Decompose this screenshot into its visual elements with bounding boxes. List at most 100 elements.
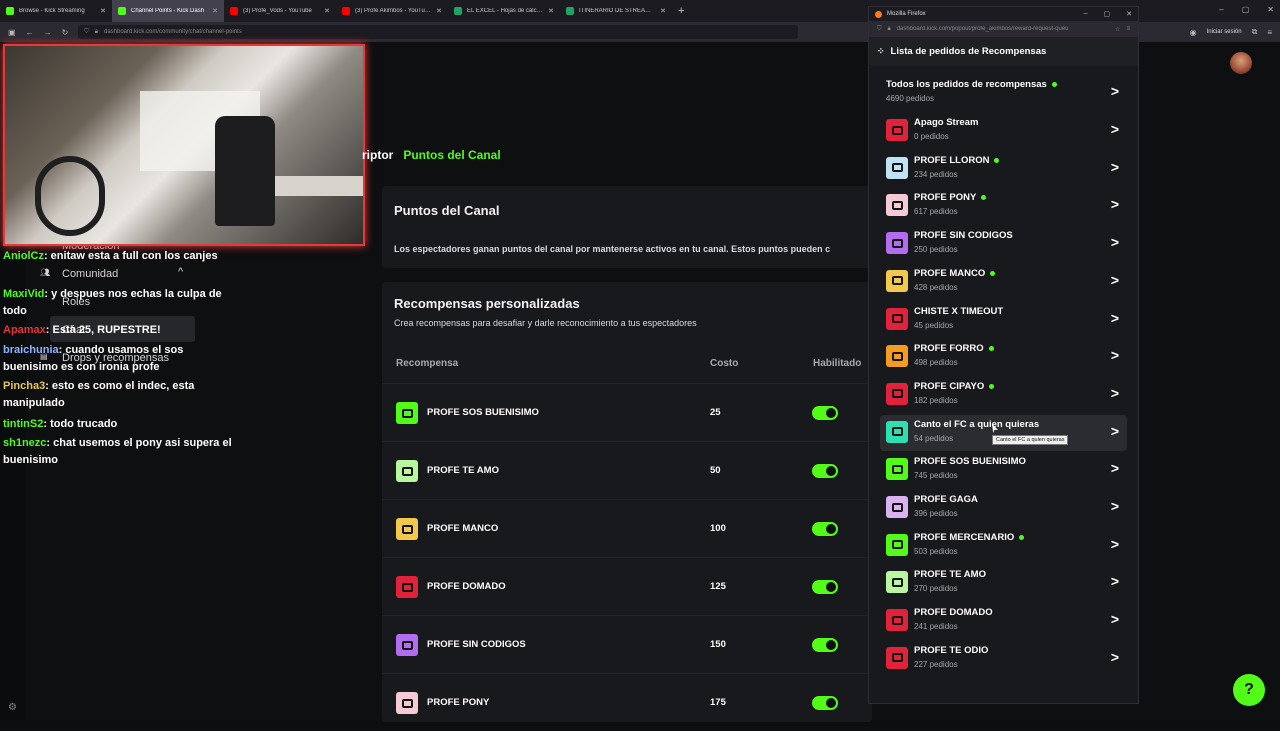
- close-icon[interactable]: ✕: [1267, 5, 1274, 14]
- enabled-toggle[interactable]: [812, 522, 838, 536]
- queue-item-count: 234 pedidos: [914, 169, 958, 179]
- panel-title: Recompensas personalizadas: [394, 296, 580, 311]
- account-icon[interactable]: ◉: [1190, 28, 1197, 37]
- queue-item-label: PROFE PONY: [914, 192, 977, 204]
- browser-tab[interactable]: Browse - Kick Streaming ✕: [0, 0, 112, 22]
- reward-queue-item[interactable]: PROFE TE AMO 270 pedidos >: [880, 565, 1127, 601]
- reward-name: PROFE SIN CODIGOS: [427, 639, 526, 650]
- enabled-toggle[interactable]: [812, 406, 838, 420]
- reward-queue-item[interactable]: PROFE CIPAYO 182 pedidos >: [880, 377, 1127, 413]
- reward-cost: 125: [710, 581, 726, 592]
- reward-queue-item[interactable]: CHISTE X TIMEOUT 45 pedidos >: [880, 302, 1127, 338]
- browser-tab[interactable]: (3) Profe Akimbos - YouTube ✕: [336, 0, 448, 22]
- reward-cost: 100: [710, 523, 726, 534]
- nav-comunidad[interactable]: Comunidad: [62, 268, 118, 280]
- back-icon[interactable]: ←: [26, 28, 34, 37]
- minimize-icon[interactable]: –: [1084, 10, 1088, 18]
- column-header-enabled[interactable]: Habilitado: [813, 358, 861, 369]
- reward-icon: [886, 571, 908, 594]
- browser-tab[interactable]: ITINERARIO DE STREAM SEMA ✕: [560, 0, 672, 22]
- new-tab-icon[interactable]: +: [678, 5, 684, 17]
- chevron-right-icon: >: [1110, 422, 1119, 439]
- enabled-toggle[interactable]: [812, 580, 838, 594]
- reward-queue-item[interactable]: Canto el FC a quien quieras 54 pedidos >: [880, 414, 1127, 451]
- reward-queue-all[interactable]: Todos los pedidos de recompensas 4690 ped…: [880, 75, 1127, 111]
- settings-icon[interactable]: ⚙: [8, 702, 17, 713]
- chat-text: : todo trucado: [43, 418, 118, 430]
- reward-queue-item[interactable]: PROFE SIN CODIGOS 250 pedidos >: [880, 226, 1127, 262]
- queue-item-name: CHISTE X TIMEOUT: [914, 306, 1003, 317]
- star-icon[interactable]: ☆: [1115, 26, 1120, 33]
- queue-item-label: PROFE SOS BUENISIMO: [914, 456, 1026, 468]
- queue-icon: ⁘: [877, 45, 885, 56]
- maximize-icon[interactable]: ▢: [1242, 5, 1250, 14]
- table-row[interactable]: PROFE TE AMO 50: [382, 441, 872, 499]
- enabled-toggle[interactable]: [812, 696, 838, 710]
- tab-close-icon[interactable]: ✕: [100, 7, 106, 15]
- tab-subscriptor[interactable]: riptor: [362, 148, 393, 162]
- popup-url-bar[interactable]: ⛉ 🔒︎ dashboard.kick.com/popout/profe_aki…: [869, 21, 1138, 37]
- tab-close-icon[interactable]: ✕: [660, 7, 666, 15]
- firefox-icon: [875, 10, 882, 18]
- tab-close-icon[interactable]: ✕: [324, 7, 330, 15]
- chat-message: sh1nezc: chat usemos el pony asi supera …: [3, 435, 233, 469]
- reward-queue-item[interactable]: PROFE GAGA 396 pedidos >: [880, 490, 1127, 526]
- reward-queue-item[interactable]: PROFE FORRO 498 pedidos >: [880, 339, 1127, 375]
- avatar[interactable]: [1230, 52, 1252, 74]
- reward-queue-item[interactable]: PROFE TE ODIO 227 pedidos >: [880, 641, 1127, 677]
- queue-item-name: PROFE DOMADO: [914, 607, 993, 618]
- browser-tab[interactable]: EL EXCEL - Hojas de cálculo de ✕: [448, 0, 560, 22]
- chevron-right-icon: >: [1110, 234, 1119, 251]
- reward-queue-item[interactable]: Apago Stream 0 pedidos >: [880, 113, 1127, 149]
- chat-username[interactable]: Apamax: [3, 324, 46, 336]
- tab-favicon-icon: [342, 7, 350, 15]
- close-icon[interactable]: ✕: [1126, 10, 1132, 18]
- table-row[interactable]: PROFE SOS BUENISIMO 25: [382, 383, 872, 441]
- reward-queue-item[interactable]: PROFE PONY 617 pedidos >: [880, 188, 1127, 224]
- reward-queue-item[interactable]: PROFE LLORON 234 pedidos >: [880, 151, 1127, 187]
- reload-icon[interactable]: ↻: [62, 28, 69, 37]
- sidebar-toggle-icon[interactable]: ▣: [8, 28, 16, 37]
- minimize-icon[interactable]: –: [1219, 5, 1223, 14]
- reward-queue-item[interactable]: PROFE MANCO 428 pedidos >: [880, 264, 1127, 300]
- tab-close-icon[interactable]: ✕: [436, 7, 442, 15]
- reward-icon: [886, 345, 908, 368]
- reward-queue-item[interactable]: PROFE MERCENARIO 503 pedidos >: [880, 528, 1127, 564]
- login-button[interactable]: Iniciar sesión: [1207, 29, 1242, 35]
- table-row[interactable]: PROFE PONY 175: [382, 673, 872, 731]
- extensions-icon[interactable]: ⧉: [1252, 27, 1258, 37]
- reward-cost: 50: [710, 465, 721, 476]
- menu-icon[interactable]: ≡: [1267, 28, 1272, 37]
- browser-tab[interactable]: Channel Points - Kick Dash ✕: [112, 0, 224, 22]
- reward-queue-item[interactable]: PROFE DOMADO 241 pedidos >: [880, 603, 1127, 639]
- chat-username[interactable]: braichunia: [3, 344, 59, 356]
- tab-label: ITINERARIO DE STREAM SEMA: [579, 8, 655, 14]
- tab-close-icon[interactable]: ✕: [548, 7, 554, 15]
- table-row[interactable]: PROFE DOMADO 125: [382, 557, 872, 615]
- enabled-toggle[interactable]: [812, 464, 838, 478]
- chat-username[interactable]: tintinS2: [3, 418, 43, 430]
- chat-username[interactable]: MaxiVid: [3, 288, 44, 300]
- browser-tab[interactable]: (3) Profe_Vods - YouTube ✕: [224, 0, 336, 22]
- menu-icon[interactable]: ≡: [1126, 26, 1130, 32]
- reward-icon: [886, 232, 908, 255]
- enabled-toggle[interactable]: [812, 638, 838, 652]
- column-header-reward[interactable]: Recompensa: [396, 358, 458, 369]
- queue-item-name: PROFE MERCENARIO: [914, 532, 1025, 543]
- reward-cost: 175: [710, 697, 726, 708]
- tab-label: EL EXCEL - Hojas de cálculo de: [467, 8, 544, 14]
- url-bar[interactable]: ⛉ 🔒︎ dashboard.kick.com/community/chat/c…: [78, 25, 799, 39]
- help-chat-icon[interactable]: ?: [1233, 674, 1265, 706]
- chat-username[interactable]: AniolCz: [3, 250, 44, 262]
- table-row[interactable]: PROFE MANCO 100: [382, 499, 872, 557]
- forward-icon[interactable]: →: [44, 28, 52, 37]
- tab-channel-points[interactable]: Puntos del Canal: [403, 148, 500, 162]
- chat-username[interactable]: sh1nezc: [3, 437, 46, 449]
- table-row[interactable]: PROFE SIN CODIGOS 150: [382, 615, 872, 673]
- chevron-up-icon[interactable]: ^: [178, 266, 183, 278]
- maximize-icon[interactable]: ▢: [1104, 10, 1111, 18]
- chat-username[interactable]: Pincha3: [3, 380, 45, 392]
- tab-close-icon[interactable]: ✕: [212, 7, 218, 15]
- reward-queue-item[interactable]: PROFE SOS BUENISIMO 745 pedidos >: [880, 452, 1127, 488]
- column-header-cost[interactable]: Costo: [710, 358, 738, 369]
